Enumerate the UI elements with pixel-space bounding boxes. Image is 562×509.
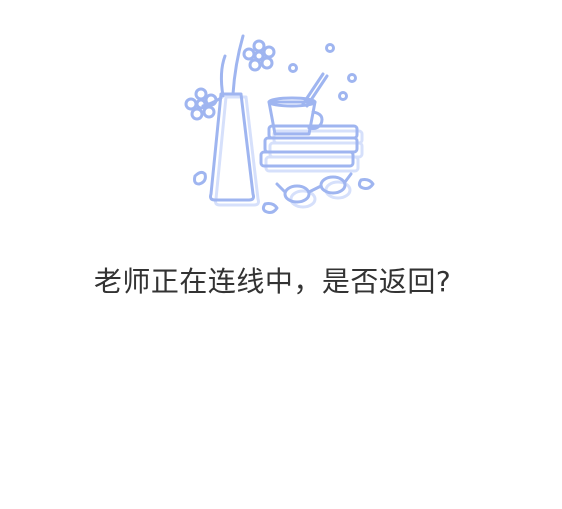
connecting-message: 老师正在连线中，是否返回? [93, 265, 452, 298]
waiting-dialog: 老师正在连线中，是否返回? [0, 0, 562, 509]
illustration-icon [175, 24, 390, 220]
